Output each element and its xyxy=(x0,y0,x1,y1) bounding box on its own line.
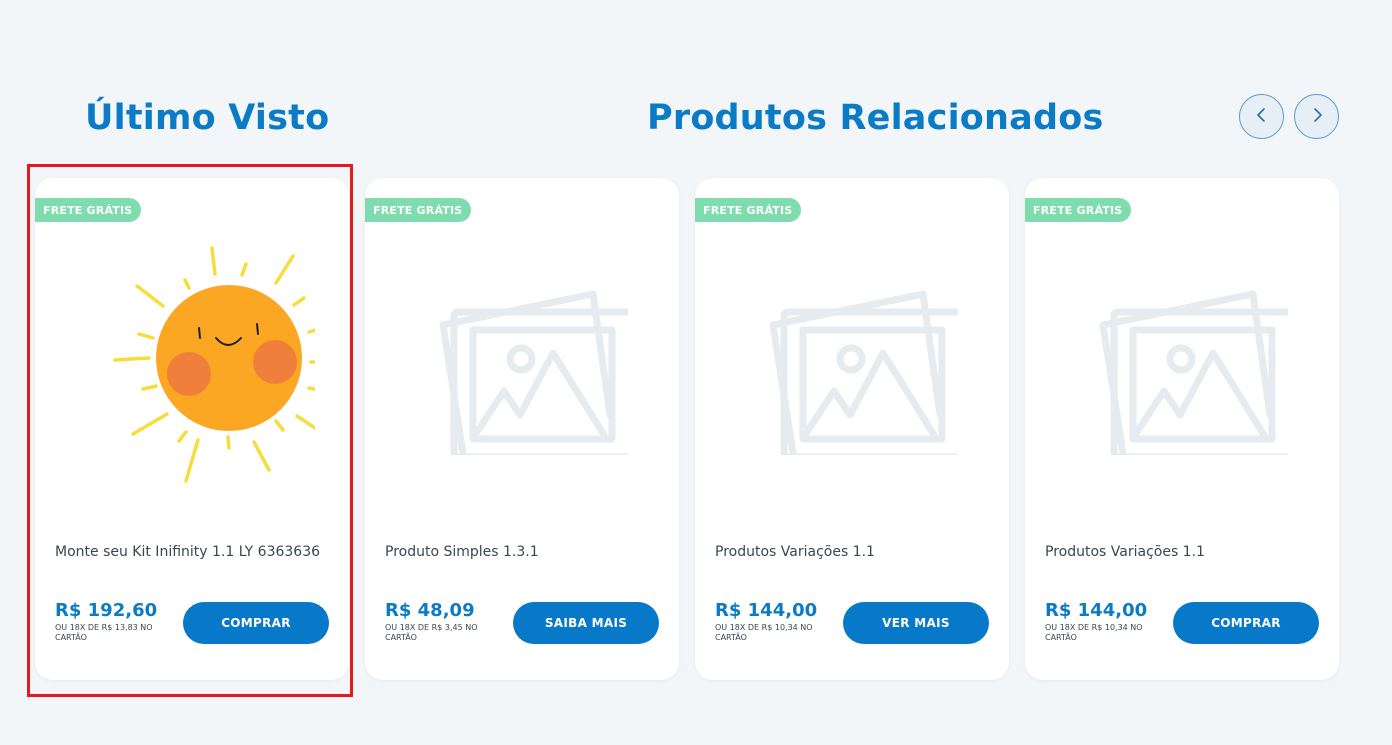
product-card[interactable]: FRETE GRÁTIS Produtos Variações 1.1 R$ 1… xyxy=(695,178,1009,680)
product-card[interactable]: FRETE GRÁTIS Produtos Variações 1.1 R$ 1… xyxy=(1025,178,1339,680)
chevron-right-icon xyxy=(1310,107,1324,127)
carousel-next-button[interactable] xyxy=(1294,94,1339,139)
free-shipping-badge: FRETE GRÁTIS xyxy=(1025,198,1131,222)
carousel-prev-button[interactable] xyxy=(1239,94,1284,139)
product-image[interactable] xyxy=(71,240,315,490)
installments-text: OU 18X DE R$ 3,45 NO CARTÃO xyxy=(385,623,478,642)
product-image[interactable] xyxy=(731,240,975,490)
last-seen-heading: Último Visto xyxy=(85,98,330,138)
installments-text: OU 18X DE R$ 13,83 NO CARTÃO xyxy=(55,623,153,642)
chevron-left-icon xyxy=(1255,107,1269,127)
related-products-heading: Produtos Relacionados xyxy=(647,98,1104,138)
product-title[interactable]: Produto Simples 1.3.1 xyxy=(385,544,665,560)
product-price: R$ 48,09 xyxy=(385,600,475,621)
product-card[interactable]: FRETE GRÁTIS Produto Simples 1.3.1 R$ 48… xyxy=(365,178,679,680)
product-title[interactable]: Produtos Variações 1.1 xyxy=(1045,544,1325,560)
image-placeholder-icon xyxy=(769,290,958,455)
product-price: R$ 144,00 xyxy=(715,600,818,621)
free-shipping-badge: FRETE GRÁTIS xyxy=(365,198,471,222)
see-more-button[interactable]: VER MAIS xyxy=(843,602,989,644)
installments-text: OU 18X DE R$ 10,34 NO CARTÃO xyxy=(1045,623,1143,642)
product-price: R$ 144,00 xyxy=(1045,600,1148,621)
installments-text: OU 18X DE R$ 10,34 NO CARTÃO xyxy=(715,623,813,642)
product-title[interactable]: Monte seu Kit Inifinity 1.1 LY 6363636 xyxy=(55,544,335,560)
sun-illustration xyxy=(113,246,315,483)
image-placeholder-icon xyxy=(439,290,628,455)
buy-button[interactable]: COMPRAR xyxy=(183,602,329,644)
product-title[interactable]: Produtos Variações 1.1 xyxy=(715,544,995,560)
free-shipping-badge: FRETE GRÁTIS xyxy=(35,198,141,222)
free-shipping-badge: FRETE GRÁTIS xyxy=(695,198,801,222)
product-image[interactable] xyxy=(1061,240,1305,490)
product-image[interactable] xyxy=(401,240,645,490)
product-carousel-section: Último Visto Produtos Relacionados FRETE… xyxy=(0,0,1392,745)
learn-more-button[interactable]: SAIBA MAIS xyxy=(513,602,659,644)
product-card[interactable]: FRETE GRÁTIS Monte seu Kit Inifinity 1.1… xyxy=(35,178,349,680)
product-price: R$ 192,60 xyxy=(55,600,158,621)
buy-button[interactable]: COMPRAR xyxy=(1173,602,1319,644)
image-placeholder-icon xyxy=(1099,290,1288,455)
